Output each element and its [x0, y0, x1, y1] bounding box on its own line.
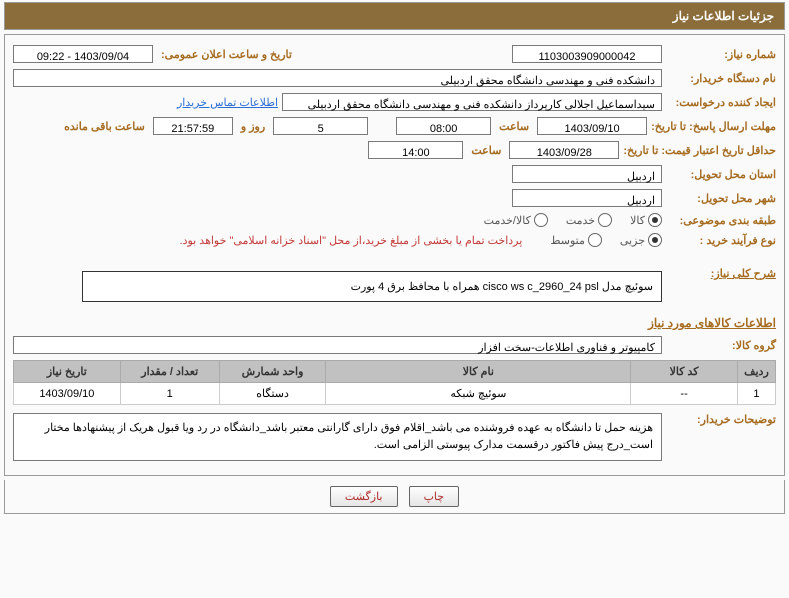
table-row: 1--سوئیچ شبکهدستگاه11403/09/10 — [14, 383, 776, 405]
section-items-info: اطلاعات کالاهای مورد نیاز — [13, 316, 776, 330]
cell-code: -- — [631, 383, 738, 405]
delivery-city-field: اردبیل — [512, 189, 662, 207]
subject-radio-0[interactable] — [648, 213, 662, 227]
label-time-1: ساعت — [495, 120, 533, 133]
buyer-notes-box: هزینه حمل تا دانشگاه به عهده فروشنده می … — [13, 413, 662, 461]
announce-datetime-field: 1403/09/04 - 09:22 — [13, 45, 153, 63]
label-min-validity: حداقل تاریخ اعتبار قیمت: تا تاریخ: — [623, 144, 776, 157]
back-button[interactable]: بازگشت — [330, 486, 398, 507]
cell-idx: 1 — [737, 383, 775, 405]
cell-unit: دستگاه — [219, 383, 326, 405]
label-need-no: شماره نیاز: — [666, 48, 776, 61]
subject-label-0: کالا — [630, 214, 645, 227]
details-panel: شماره نیاز: 1103003909000042 تاریخ و ساع… — [4, 34, 785, 476]
subject-radio-group: کالا خدمت کالا/خدمت — [484, 213, 662, 227]
purchase-radio-0[interactable] — [648, 233, 662, 247]
subject-radio-1[interactable] — [598, 213, 612, 227]
label-goods-group: گروه کالا: — [666, 339, 776, 352]
subject-label-1: خدمت — [566, 214, 595, 227]
subject-option-1[interactable]: خدمت — [566, 213, 612, 227]
label-delivery-city: شهر محل تحویل: — [666, 192, 776, 205]
purchase-radio-group: جزیی متوسط — [550, 233, 662, 247]
subject-option-0[interactable]: کالا — [630, 213, 662, 227]
label-remaining: ساعت باقی مانده — [60, 120, 149, 133]
label-delivery-province: استان محل تحویل: — [666, 168, 776, 181]
label-announce-dt: تاریخ و ساعت اعلان عمومی: — [157, 48, 296, 61]
label-buyer-org: نام دستگاه خریدار: — [666, 72, 776, 85]
col-header-2: نام کالا — [326, 361, 631, 383]
deadline-date-field: 1403/09/10 — [537, 117, 647, 135]
page-title: جزئیات اطلاعات نیاز — [4, 2, 785, 30]
subject-label-2: کالا/خدمت — [484, 214, 531, 227]
overall-description-box: سوئیچ مدل cisco ws c_2960_24 psl همراه ب… — [82, 271, 662, 302]
requester-field: سیداسماعیل اجلالی کارپرداز دانشکده فنی و… — [282, 93, 662, 111]
subject-option-2[interactable]: کالا/خدمت — [484, 213, 548, 227]
label-subject-class: طبقه بندی موضوعی: — [666, 214, 776, 227]
days-left-field: 5 — [273, 117, 368, 135]
print-button[interactable]: چاپ — [409, 486, 460, 507]
cell-date: 1403/09/10 — [14, 383, 121, 405]
label-time-2: ساعت — [467, 144, 505, 157]
cell-qty: 1 — [120, 383, 219, 405]
col-header-0: ردیف — [737, 361, 775, 383]
items-table: ردیفکد کالانام کالاواحد شمارشتعداد / مقد… — [13, 360, 776, 405]
label-days-and: روز و — [237, 120, 269, 133]
col-header-1: کد کالا — [631, 361, 738, 383]
buyer-org-field: دانشکده فنی و مهندسی دانشگاه محقق اردبیل… — [13, 69, 662, 87]
label-buyer-notes: توضیحات خریدار: — [666, 413, 776, 426]
label-overall-desc: شرح کلی نیاز: — [666, 267, 776, 280]
purchase-label-1: متوسط — [550, 234, 585, 247]
col-header-5: تاریخ نیاز — [14, 361, 121, 383]
deadline-time-field: 08:00 — [396, 117, 491, 135]
purchase-option-1[interactable]: متوسط — [550, 233, 602, 247]
purchase-option-0[interactable]: جزیی — [620, 233, 662, 247]
min-validity-time-field: 14:00 — [368, 141, 463, 159]
subject-radio-2[interactable] — [534, 213, 548, 227]
goods-group-field: کامپیوتر و فناوری اطلاعات-سخت افزار — [13, 336, 662, 354]
delivery-province-field: اردبیل — [512, 165, 662, 183]
purchase-label-0: جزیی — [620, 234, 645, 247]
label-requester: ایجاد کننده درخواست: — [666, 96, 776, 109]
min-validity-date-field: 1403/09/28 — [509, 141, 619, 159]
cell-name: سوئیچ شبکه — [326, 383, 631, 405]
label-deadline: مهلت ارسال پاسخ: تا تاریخ: — [651, 120, 776, 133]
buyer-contact-link[interactable]: اطلاعات تماس خریدار — [177, 96, 278, 109]
col-header-3: واحد شمارش — [219, 361, 326, 383]
col-header-4: تعداد / مقدار — [120, 361, 219, 383]
countdown-field: 21:57:59 — [153, 117, 233, 135]
payment-note: پرداخت تمام یا بخشی از مبلغ خرید،از محل … — [180, 234, 523, 247]
purchase-radio-1[interactable] — [588, 233, 602, 247]
label-purchase-type: نوع فرآیند خرید : — [666, 234, 776, 247]
button-row: چاپ بازگشت — [4, 480, 785, 514]
need-number-field: 1103003909000042 — [512, 45, 662, 63]
